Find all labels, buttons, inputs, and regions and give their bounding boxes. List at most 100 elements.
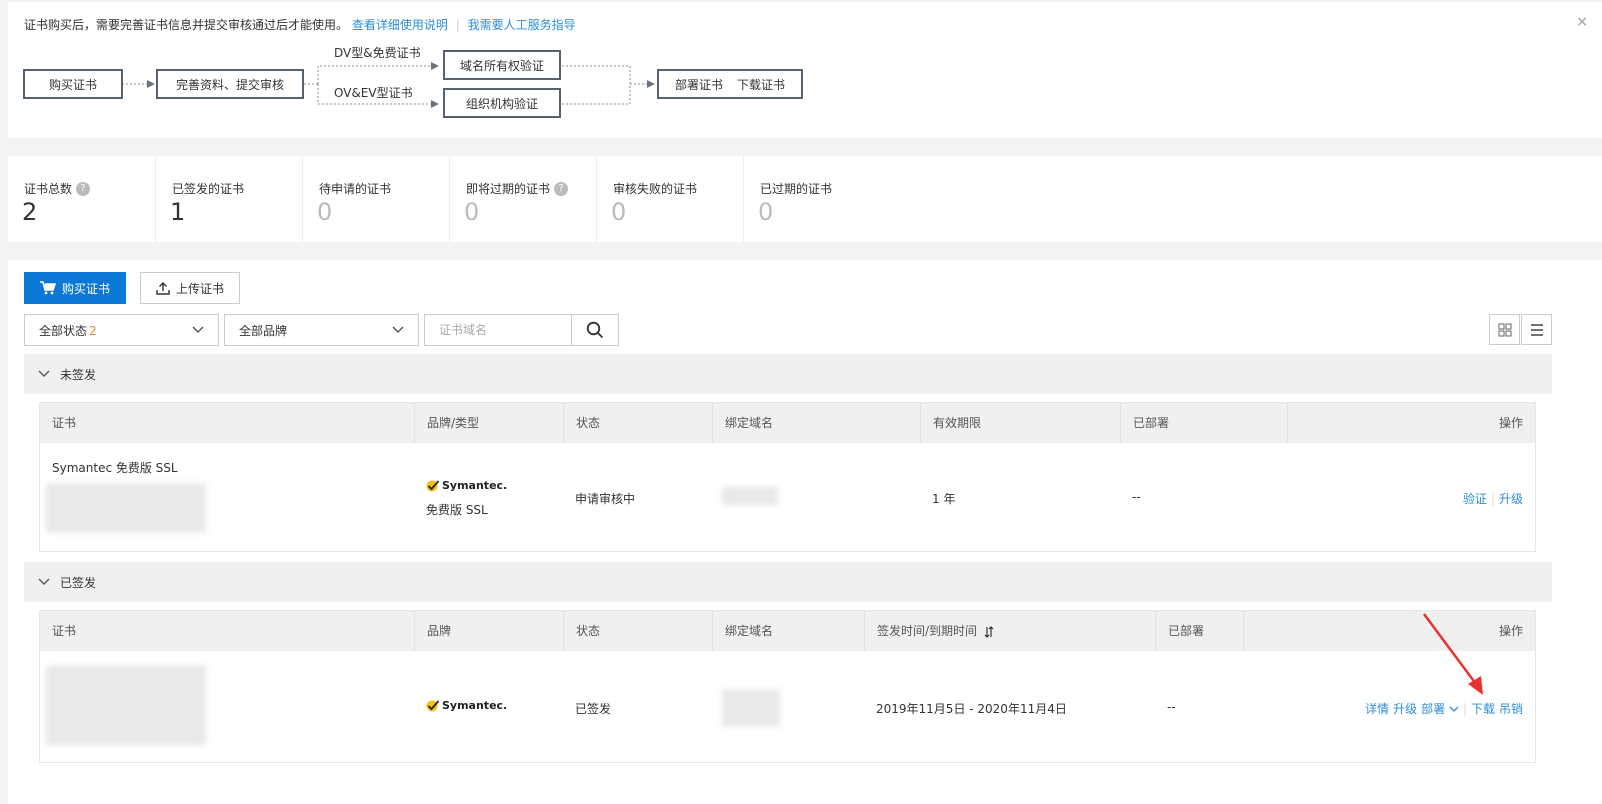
flow-step-complete: 完善资料、提交审核 bbox=[156, 69, 304, 99]
table-header: 证书 品牌 状态 绑定域名 签发时间/到期时间 已部署 操作 bbox=[40, 611, 1535, 651]
col-cert: 证书 bbox=[52, 624, 77, 638]
close-icon[interactable]: × bbox=[1576, 14, 1588, 30]
col-cert: 证书 bbox=[52, 416, 77, 430]
stat-label: 已签发的证书 bbox=[172, 182, 245, 196]
group-header-signed[interactable]: 已签发 bbox=[24, 562, 1552, 602]
col-dates[interactable]: 签发时间/到期时间 bbox=[864, 611, 1155, 651]
grid-view-toggle[interactable] bbox=[1489, 314, 1520, 345]
brand-logo: Symantec. bbox=[426, 479, 507, 492]
flow-step-buy: 购买证书 bbox=[23, 69, 123, 99]
col-domain: 绑定域名 bbox=[712, 611, 864, 651]
chevron-down-icon bbox=[192, 326, 204, 333]
cert-list-panel: 购买证书 上传证书 全部状态2 全部品牌 未签发 证书 品牌/类型 状态 绑定域… bbox=[8, 260, 1602, 804]
flow-step-deploy-download: 部署证书 下载证书 bbox=[657, 69, 803, 99]
revoke-link[interactable]: 吊销 bbox=[1499, 700, 1523, 717]
action-separator: | bbox=[1462, 701, 1467, 716]
check-logo-icon bbox=[426, 479, 440, 491]
flow-arrow-dv bbox=[317, 62, 439, 84]
col-brand: 品牌 bbox=[414, 611, 563, 651]
domain-search-input[interactable] bbox=[424, 314, 572, 346]
annotation-arrow bbox=[1422, 613, 1483, 695]
status-filter-count: 2 bbox=[89, 323, 97, 338]
flow-label-ov: OV&EV型证书 bbox=[334, 86, 413, 100]
process-flow: 购买证书 完善资料、提交审核 DV型&免费证书 OV&EV型证书 域名所有权验证… bbox=[8, 2, 908, 138]
chevron-down-icon bbox=[1449, 706, 1459, 712]
buy-cert-label: 购买证书 bbox=[61, 281, 110, 296]
list-view-toggle[interactable] bbox=[1521, 314, 1552, 345]
row-actions: 验证 | 升级 bbox=[1463, 490, 1523, 507]
col-validity: 有效期限 bbox=[920, 403, 1120, 443]
chevron-down-icon bbox=[38, 578, 50, 585]
deploy-label: 部署 bbox=[1421, 702, 1446, 716]
notice-panel: 证书购买后，需要完善证书信息并提交审核通过后才能使用。 查看详细使用说明 | 我… bbox=[8, 2, 1602, 138]
col-deployed: 已部署 bbox=[1120, 403, 1287, 443]
upload-icon bbox=[156, 282, 170, 295]
stat-value: 1 bbox=[170, 198, 186, 226]
group-header-unsigned[interactable]: 未签发 bbox=[24, 354, 1552, 394]
upload-cert-button[interactable]: 上传证书 bbox=[140, 272, 240, 304]
stat-expired: 已过期的证书 0 bbox=[743, 156, 890, 242]
col-actions: 操作 bbox=[1287, 403, 1535, 443]
stat-value: 0 bbox=[464, 198, 480, 226]
dates-text: 2019年11月5日 - 2020年11月4日 bbox=[876, 702, 1067, 716]
deployed-text: -- bbox=[1167, 700, 1176, 714]
status-filter-value: 全部状态 bbox=[39, 323, 88, 338]
brand-filter-value: 全部品牌 bbox=[239, 323, 288, 338]
brand-name: Symantec. bbox=[442, 699, 508, 712]
action-separator: | bbox=[1490, 491, 1495, 506]
flow-label-dv: DV型&免费证书 bbox=[334, 46, 421, 60]
col-status: 状态 bbox=[563, 611, 712, 651]
stat-total: 证书总数? 2 bbox=[8, 156, 155, 242]
col-deployed: 已部署 bbox=[1155, 611, 1243, 651]
stat-label: 待申请的证书 bbox=[319, 182, 392, 196]
help-icon[interactable]: ? bbox=[554, 181, 569, 196]
col-status: 状态 bbox=[563, 403, 712, 443]
flow-merge-top bbox=[562, 65, 631, 84]
stat-issued: 已签发的证书 1 bbox=[155, 156, 302, 242]
col-brand-type: 品牌/类型 bbox=[414, 403, 563, 443]
check-logo-icon bbox=[426, 699, 440, 711]
chevron-down-icon bbox=[38, 370, 50, 377]
table-row: Symantec. 已签发 2019年11月5日 - 2020年11月4日 --… bbox=[40, 651, 1535, 762]
table-header: 证书 品牌/类型 状态 绑定域名 有效期限 已部署 操作 bbox=[40, 403, 1535, 443]
status-text: 申请审核中 bbox=[575, 492, 636, 506]
download-link[interactable]: 下载 bbox=[1471, 700, 1495, 717]
sort-icon bbox=[984, 625, 994, 638]
buy-cert-button[interactable]: 购买证书 bbox=[24, 272, 126, 304]
detail-link[interactable]: 详情 bbox=[1365, 700, 1389, 717]
list-icon bbox=[1530, 323, 1543, 336]
help-icon[interactable]: ? bbox=[76, 181, 91, 196]
cart-icon bbox=[39, 281, 56, 295]
flow-step-domain-verify: 域名所有权验证 bbox=[443, 50, 561, 80]
signed-table: 证书 品牌 状态 绑定域名 签发时间/到期时间 已部署 操作 Symantec.… bbox=[39, 610, 1536, 763]
upgrade-link[interactable]: 升级 bbox=[1393, 700, 1417, 717]
group-title: 未签发 bbox=[60, 367, 97, 382]
upload-cert-label: 上传证书 bbox=[175, 281, 224, 296]
search-button[interactable] bbox=[571, 314, 619, 346]
deploy-dropdown[interactable]: 部署 bbox=[1421, 700, 1459, 717]
group-title: 已签发 bbox=[60, 575, 97, 590]
stat-failed: 审核失败的证书 0 bbox=[596, 156, 743, 242]
brand-logo: Symantec. bbox=[426, 699, 507, 712]
stat-label: 已过期的证书 bbox=[760, 182, 833, 196]
col-dates-label: 签发时间/到期时间 bbox=[877, 624, 978, 638]
stats-panel: 证书总数? 2 已签发的证书 1 待申请的证书 0 即将过期的证书? 0 审核失… bbox=[8, 156, 1602, 242]
stat-value: 0 bbox=[611, 198, 627, 226]
brand-name: Symantec. bbox=[442, 479, 508, 492]
stat-pending: 待申请的证书 0 bbox=[302, 156, 449, 242]
stat-value: 0 bbox=[758, 198, 774, 226]
grid-icon bbox=[1498, 323, 1511, 336]
chevron-down-icon bbox=[392, 326, 404, 333]
unsigned-table: 证书 品牌/类型 状态 绑定域名 有效期限 已部署 操作 Symantec 免费… bbox=[39, 402, 1536, 552]
redacted-domain bbox=[722, 689, 780, 727]
col-domain: 绑定域名 bbox=[712, 403, 920, 443]
brand-filter-select[interactable]: 全部品牌 bbox=[224, 314, 419, 346]
verify-link[interactable]: 验证 bbox=[1463, 490, 1487, 507]
status-text: 已签发 bbox=[575, 702, 612, 716]
upgrade-link[interactable]: 升级 bbox=[1499, 490, 1523, 507]
cert-type: 免费版 SSL bbox=[426, 503, 488, 517]
stat-label: 即将过期的证书 bbox=[466, 182, 551, 196]
redacted-cert-info bbox=[46, 665, 206, 745]
flow-download-label: 下载证书 bbox=[737, 77, 786, 92]
status-filter-select[interactable]: 全部状态 2 bbox=[24, 314, 219, 346]
